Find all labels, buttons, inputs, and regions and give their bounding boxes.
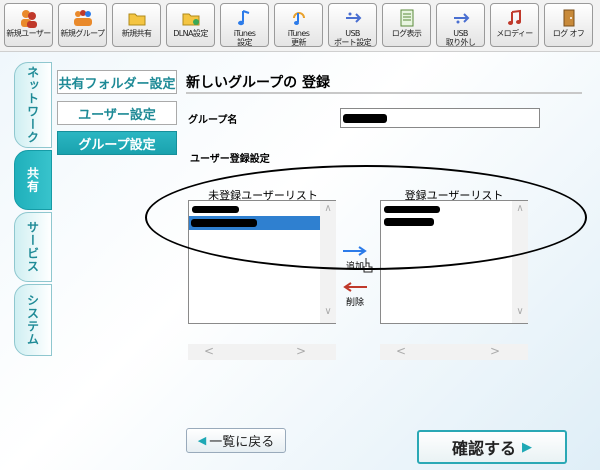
submenu-shared-folder[interactable]: 共有フォルダー設定 xyxy=(57,70,177,94)
new-group-button[interactable]: 新規グループ xyxy=(58,3,107,47)
scroll-left-icon[interactable]: < xyxy=(204,344,214,358)
side-tab-system[interactable]: システム xyxy=(14,284,52,356)
usb-remove-icon xyxy=(437,7,484,29)
group-name-label: グループ名 xyxy=(188,115,238,126)
side-tab-network[interactable]: ネットワーク xyxy=(14,62,52,148)
melody-button[interactable]: メロディー xyxy=(490,3,539,47)
registered-hscroll[interactable]: < > xyxy=(380,344,528,360)
log-view-button[interactable]: ログ表示 xyxy=(382,3,431,47)
unregistered-hscroll[interactable]: < > xyxy=(188,344,336,360)
usb-remove-button[interactable]: USB 取り外し xyxy=(436,3,485,47)
side-tab-service[interactable]: サービス xyxy=(14,212,52,282)
submenu-group[interactable]: グループ設定 xyxy=(57,131,177,155)
confirm-button[interactable]: 確認する ▶ xyxy=(417,430,567,464)
itunes-settings-button[interactable]: iTunes 設定 xyxy=(220,3,269,47)
side-tab-system-label: システム xyxy=(25,294,40,346)
submenu-user[interactable]: ユーザー設定 xyxy=(57,101,177,125)
triangle-right-icon: ▶ xyxy=(522,439,532,455)
logoff-button[interactable]: ログ オフ xyxy=(544,3,593,47)
melody-icon xyxy=(491,7,538,29)
side-tab-service-label: サービス xyxy=(25,221,40,273)
toolbar: 新規ユーザー 新規グループ 新規共有 DLNA設定 iTunes 設定 iTun… xyxy=(0,0,600,52)
side-tab-share-label: 共有 xyxy=(25,167,40,193)
arrow-left-icon xyxy=(343,282,367,292)
scroll-right-icon[interactable]: > xyxy=(490,344,500,358)
usb-icon xyxy=(329,7,376,29)
users-icon xyxy=(5,7,52,29)
logoff-icon xyxy=(545,7,592,29)
triangle-left-icon: ◀ xyxy=(197,434,207,447)
folder-icon xyxy=(113,7,160,29)
dlna-folder-icon xyxy=(167,7,214,29)
usb-port-settings-button[interactable]: USB ポート設定 xyxy=(328,3,377,47)
log-icon xyxy=(383,7,430,29)
delete-button[interactable]: 削除 xyxy=(340,282,370,308)
back-to-list-button[interactable]: ◀ 一覧に戻る xyxy=(186,428,286,453)
page-title: 新しいグループの 登録 xyxy=(186,72,582,94)
scroll-down-icon[interactable]: ∨ xyxy=(512,306,528,317)
dlna-settings-button[interactable]: DLNA設定 xyxy=(166,3,215,47)
redacted-group-name xyxy=(343,114,387,123)
side-tab-share[interactable]: 共有 xyxy=(14,150,52,210)
group-name-input[interactable] xyxy=(340,108,540,128)
scroll-left-icon[interactable]: < xyxy=(396,344,406,358)
music-refresh-icon xyxy=(275,7,322,29)
user-registration-label: ユーザー登録設定 xyxy=(190,154,270,165)
itunes-update-button[interactable]: iTunes 更新 xyxy=(274,3,323,47)
music-note-icon xyxy=(221,7,268,29)
scroll-right-icon[interactable]: > xyxy=(296,344,306,358)
group-icon xyxy=(59,7,106,29)
scroll-down-icon[interactable]: ∨ xyxy=(320,306,336,317)
annotation-oval xyxy=(145,165,587,270)
new-share-button[interactable]: 新規共有 xyxy=(112,3,161,47)
side-tab-network-label: ネットワーク xyxy=(25,66,40,144)
new-user-button[interactable]: 新規ユーザー xyxy=(4,3,53,47)
